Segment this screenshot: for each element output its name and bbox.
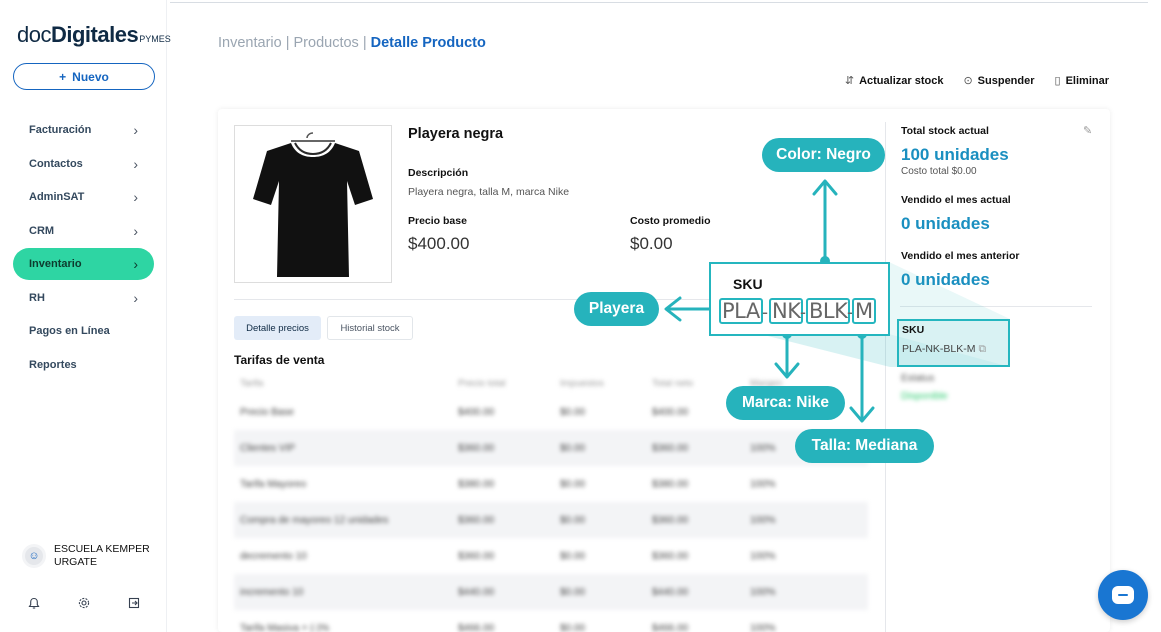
app-window: docDigitalesPYMES + Nuevo Facturación › C… <box>0 0 1161 632</box>
chat-button[interactable] <box>1098 570 1148 620</box>
sku-zoom-panel: SKU PLA - NK - BLK - M <box>709 262 890 336</box>
annotation-playera: Playera <box>574 292 659 326</box>
annotation-marca: Marca: Nike <box>726 386 845 420</box>
sku-segment-playera: PLA <box>719 298 763 324</box>
sku-segment-talla: M <box>852 298 876 324</box>
sku-dash: - <box>762 302 768 322</box>
sku-segment-marca: NK <box>769 298 804 324</box>
sku-zoom-title: SKU <box>733 276 763 292</box>
annotation-talla: Talla: Mediana <box>795 429 934 463</box>
annotation-color: Color: Negro <box>762 138 885 172</box>
chat-icon <box>1112 586 1134 604</box>
sku-segment-color: BLK <box>806 298 851 324</box>
